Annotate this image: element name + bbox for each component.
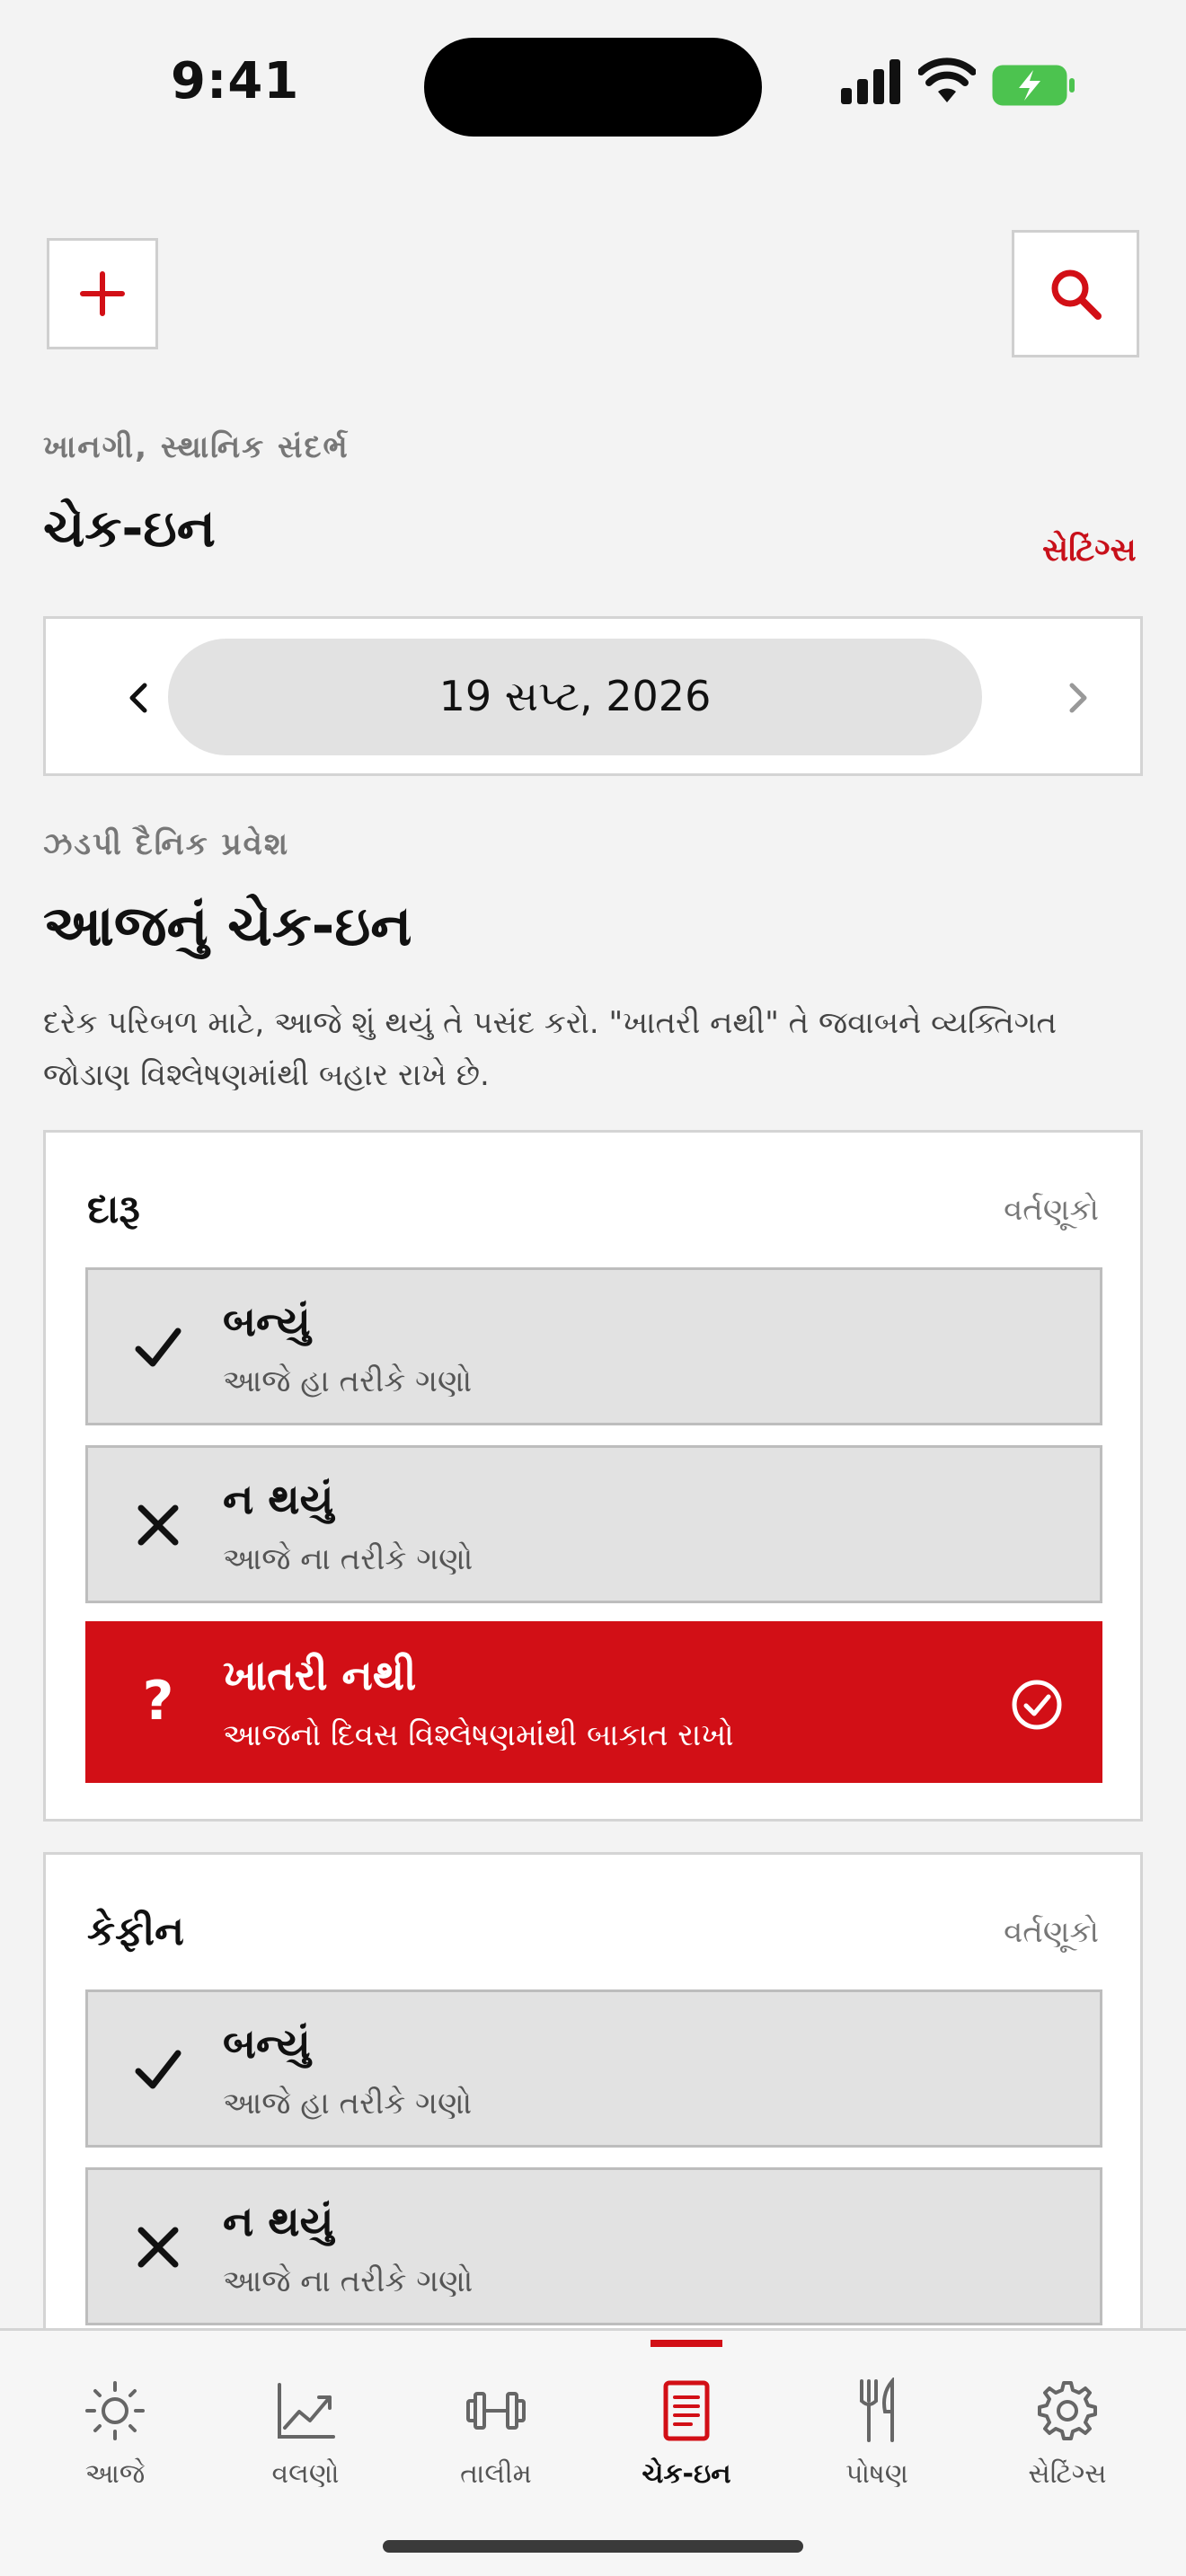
factor-card-caffeine: કેફીન વર્તણૂકો બન્યું આજે હા તરીકે ગણો ન…: [43, 1852, 1143, 2391]
journal-icon: [663, 2380, 710, 2441]
factor-name: દારૂ: [87, 1187, 140, 1232]
plus-icon: [80, 271, 125, 316]
tab-label: આજે: [84, 2458, 146, 2490]
search-button[interactable]: [1012, 230, 1139, 357]
option-sublabel: આજનો દિવસ વિશ્લેષણમાંથી બાકાત રાખો: [223, 1717, 734, 1753]
x-icon: [126, 1493, 190, 1557]
date-navigator: 19 સપ્ટ, 2026: [43, 616, 1143, 776]
add-button[interactable]: [47, 238, 158, 349]
option-sublabel: આજે ના તરીકે ગણો: [223, 2263, 474, 2299]
next-day-button[interactable]: [1034, 655, 1120, 741]
option-did-not-happen[interactable]: ન થયું આજે ના તરીકે ગણો: [85, 1445, 1102, 1603]
check-icon: [126, 1315, 190, 1380]
trend-icon: [278, 2383, 335, 2439]
section-title: આજનું ચેક-ઇન: [43, 893, 412, 958]
option-happened[interactable]: બન્યું આજે હા તરીકે ગણો: [85, 1989, 1102, 2148]
tab-label: ચેક-ઇન: [642, 2458, 731, 2490]
status-time: 9:41: [171, 52, 300, 110]
search-icon: [1051, 269, 1102, 320]
wifi-icon: [918, 57, 976, 102]
header-eyebrow: ખાનગી, સ્થાનિક સંદર્ભ: [43, 429, 350, 465]
tab-label: વલણો: [271, 2458, 340, 2490]
option-not-sure-selected[interactable]: ? ખાતરી નથી આજનો દિવસ વિશ્લેષણમાંથી બાકા…: [85, 1621, 1102, 1783]
tab-trends[interactable]: વલણો: [216, 2331, 395, 2492]
tab-settings[interactable]: સેટિંગ્સ: [978, 2331, 1157, 2492]
factor-category: વર્તણૂકો: [1004, 1192, 1099, 1228]
option-sublabel: આજે હા તરીકે ગણો: [223, 1363, 473, 1399]
section-description: દરેક પરિબળ માટે, આજે શું થયું તે પસંદ કર…: [43, 1005, 1058, 1093]
option-sublabel: આજે ના તરીકે ગણો: [223, 1541, 474, 1577]
check-icon: [126, 2037, 190, 2102]
option-label: ન થયું: [223, 1475, 334, 1523]
factor-card-alcohol: દારૂ વર્તણૂકો બન્યું આજે હા તરીકે ગણો ન …: [43, 1130, 1143, 1822]
section-eyebrow: ઝડપી દૈનિક પ્રવેશ: [43, 826, 290, 862]
active-tab-indicator: [651, 2340, 722, 2347]
tab-checkin[interactable]: ચેક-ઇન: [597, 2331, 776, 2492]
tab-bar: આજે વલણો તાલીમ ચેક-ઇન પોષણ સેટિંગ્સ: [0, 2328, 1186, 2576]
fork-knife-icon: [860, 2378, 894, 2442]
tab-today[interactable]: આજે: [25, 2331, 205, 2492]
status-bar: 9:41: [0, 0, 1186, 171]
option-happened[interactable]: બન્યું આજે હા તરીકે ગણો: [85, 1267, 1102, 1425]
factor-category: વર્તણૂકો: [1004, 1914, 1099, 1950]
dynamic-island: [424, 38, 762, 137]
chevron-right-icon: [1069, 683, 1087, 713]
tab-label: પોષણ: [845, 2458, 908, 2490]
question-icon: ?: [142, 1670, 174, 1733]
option-label: ન થયું: [223, 2197, 334, 2245]
tab-label: તાલીમ: [460, 2458, 532, 2490]
page-title: ચેક-ઇન: [43, 498, 216, 559]
settings-link[interactable]: સેટિંગ્સ: [1042, 532, 1137, 569]
sun-icon: [85, 2381, 145, 2440]
check-circle-icon: [1012, 1680, 1062, 1730]
chevron-left-icon: [129, 683, 147, 713]
factor-name: કેફીન: [87, 1909, 184, 1954]
option-sublabel: આજે હા તરીકે ગણો: [223, 2086, 473, 2122]
dumbbell-icon: [466, 2392, 526, 2430]
tab-training[interactable]: તાલીમ: [406, 2331, 586, 2492]
gear-icon: [1038, 2381, 1097, 2440]
option-label: ખાતરી નથી: [223, 1651, 417, 1699]
x-icon: [126, 2215, 190, 2280]
date-display[interactable]: 19 સપ્ટ, 2026: [168, 639, 982, 755]
option-label: બન્યું: [223, 1297, 311, 1345]
home-indicator[interactable]: [383, 2540, 803, 2553]
option-did-not-happen[interactable]: ન થયું આજે ના તરીકે ગણો: [85, 2167, 1102, 2325]
battery-charging-icon: [992, 65, 1075, 106]
tab-label: સેટિંગ્સ: [1028, 2458, 1107, 2490]
option-label: બન્યું: [223, 2019, 311, 2068]
cellular-signal-icon: [841, 59, 900, 104]
tab-nutrition[interactable]: પોષણ: [787, 2331, 967, 2492]
